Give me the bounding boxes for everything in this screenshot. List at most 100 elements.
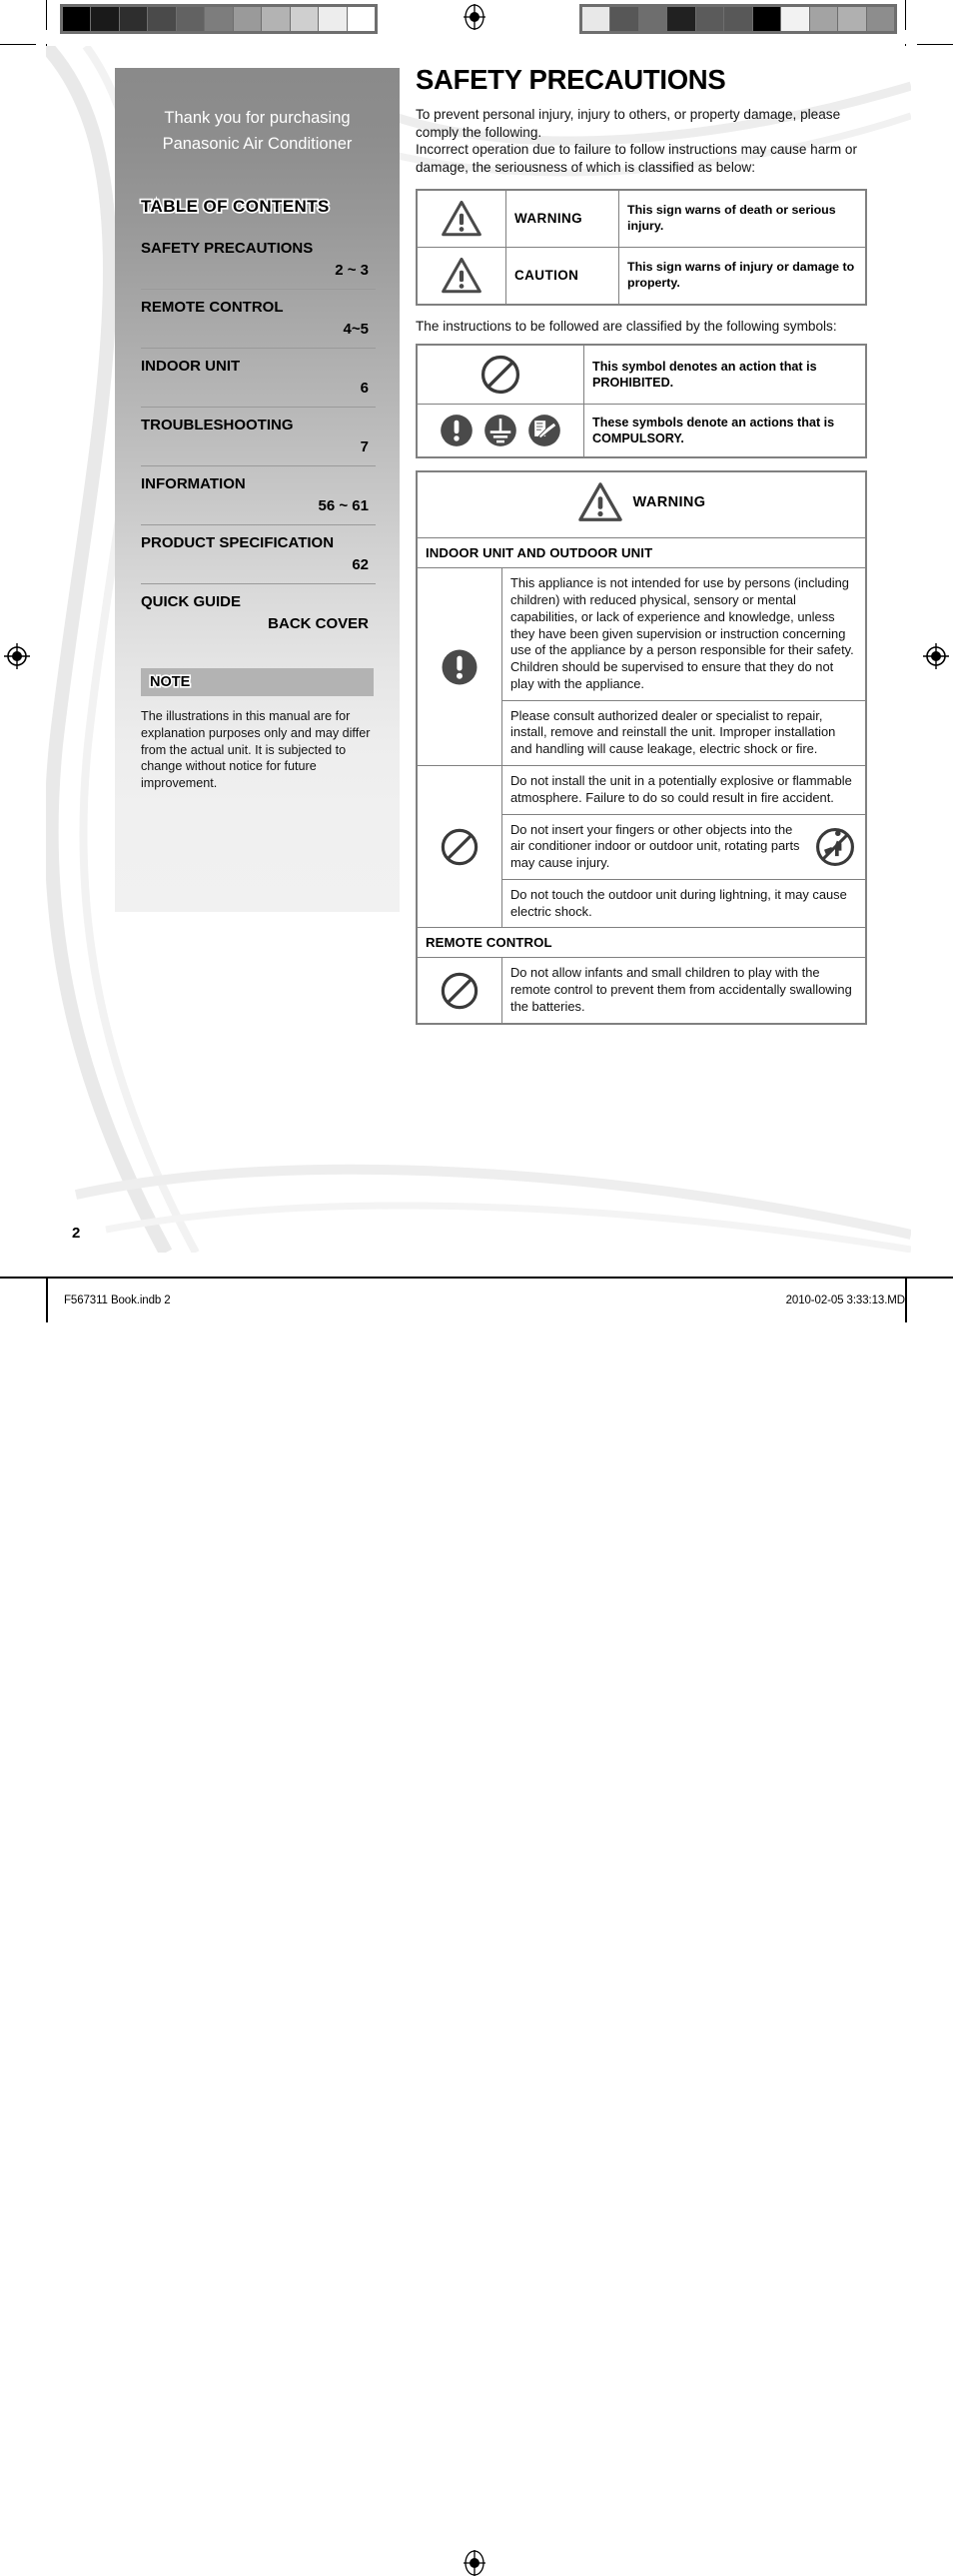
footer-crop-tick-left (46, 1277, 48, 1322)
thank-you-line-1: Thank you for purchasing (164, 109, 351, 127)
footer-divider (0, 1277, 953, 1279)
toc-item-page: 2 ~ 3 (335, 262, 369, 280)
prohibition-circle-icon (441, 972, 478, 1009)
warning-section-heading: INDOOR UNIT AND OUTDOOR UNIT (416, 537, 867, 569)
gray-left-swatch-10 (347, 7, 375, 31)
warning-instruction-text: This appliance is not intended for use b… (501, 567, 867, 701)
toc-item-label: PRODUCT SPECIFICATION (141, 534, 335, 552)
warning-instruction-text: Do not touch the outdoor unit during lig… (501, 878, 867, 929)
crop-mark-right-h (917, 44, 953, 45)
warning-section-heading-row: REMOTE CONTROL (416, 927, 867, 959)
gray-left-swatch-6 (233, 7, 262, 31)
warning-instruction-text: Do not insert your fingers or other obje… (510, 821, 800, 871)
toc-item-page: 7 (360, 438, 369, 456)
prohibition-circle-icon (441, 828, 478, 865)
toc-item-label: SAFETY PRECAUTIONS (141, 240, 314, 258)
note-heading-bar: NOTE (141, 668, 374, 697)
table-of-contents-list: SAFETY PRECAUTIONS 2 ~ 3 REMOTE CONTROL 4~5… (141, 231, 376, 642)
gray-left-swatch-4 (176, 7, 205, 31)
sign-description: This sign warns of injury or damage to p… (618, 246, 867, 306)
sign-word: WARNING (505, 189, 619, 248)
prohibition-circle-icon (480, 356, 520, 395)
warning-section-heading-row: INDOOR UNIT AND OUTDOOR UNIT (416, 537, 867, 569)
sign-icon-cell (416, 189, 506, 248)
gray-left-swatch-8 (290, 7, 319, 31)
toc-item-label: TROUBLESHOOTING (141, 417, 294, 434)
toc-item[interactable]: SAFETY PRECAUTIONS 2 ~ 3 (141, 231, 376, 289)
symbol-definition-row: This symbol denotes an action that is PR… (416, 344, 867, 406)
note-body-text: The illustrations in this manual are for… (141, 709, 371, 791)
gray-right-swatch-8 (809, 7, 838, 31)
toc-item[interactable]: QUICK GUIDE BACK COVER (141, 583, 376, 642)
toc-item-label: INFORMATION (141, 475, 246, 493)
warning-instruction-inline-wrap: Do not insert your fingers or other obje… (510, 822, 857, 872)
gray-right-swatch-3 (667, 7, 695, 31)
toc-item[interactable]: INDOOR UNIT 6 (141, 348, 376, 407)
gray-right-swatch-5 (724, 7, 752, 31)
note-heading-label: NOTE (148, 673, 192, 692)
toc-item[interactable]: TROUBLESHOOTING 7 (141, 407, 376, 465)
footer-crop-tick-right (905, 1277, 907, 1322)
page-title: SAFETY PRECAUTIONS (416, 64, 726, 95)
warning-triangle-icon (442, 200, 481, 236)
manual-page: Thank you for purchasing Panasonic Air C… (46, 46, 911, 1253)
sign-definition-row: CAUTION This sign warns of injury or dama… (416, 246, 867, 306)
toc-item-page: 6 (360, 380, 369, 398)
gray-right-swatch-4 (695, 7, 724, 31)
registration-mark-bottom-icon (464, 2550, 485, 2576)
footer-source-file: F567311 Book.indb 2 (64, 1294, 171, 1306)
grayscale-calibration-strip-left (60, 4, 378, 34)
gray-right-swatch-10 (866, 7, 894, 31)
gray-left-swatch-9 (319, 7, 347, 31)
warning-instruction-text-cell: Do not insert your fingers or other obje… (501, 813, 867, 880)
toc-item-page: BACK COVER (268, 615, 369, 633)
warning-group-icon-cell (416, 957, 502, 1025)
warning-instruction-text: Please consult authorized dealer or spec… (501, 699, 867, 767)
crop-mark-top-left-v (46, 0, 47, 30)
thank-you-line-2: Panasonic Air Conditioner (162, 134, 353, 153)
warning-instruction-text: Do not install the unit in a potentially… (501, 765, 867, 815)
crop-mark-left-h (0, 44, 36, 45)
print-footer: F567311 Book.indb 2 2010-02-05 3:33:13.M… (0, 1269, 953, 2576)
warning-inline-icon-wrap (813, 825, 857, 869)
intro-paragraph-2: Incorrect operation due to failure to fo… (416, 142, 858, 176)
warning-group-icon-cell (416, 765, 502, 929)
gray-right-swatch-7 (781, 7, 809, 31)
intro-paragraph-1: To prevent personal injury, injury to ot… (416, 107, 841, 140)
intro-paragraphs: To prevent personal injury, injury to ot… (416, 106, 867, 177)
warning-instruction-row: This appliance is not intended for use b… (416, 567, 867, 767)
toc-item-label: QUICK GUIDE (141, 593, 242, 611)
warning-instruction-text: Do not allow infants and small children … (501, 957, 867, 1025)
thank-you-block: Thank you for purchasing Panasonic Air C… (115, 68, 400, 157)
toc-item[interactable]: REMOTE CONTROL 4~5 (141, 289, 376, 348)
toc-item[interactable]: INFORMATION 56 ~ 61 (141, 465, 376, 524)
gray-left-swatch-5 (205, 7, 233, 31)
symbol-icon-cell (416, 344, 584, 406)
warning-group-icon-cell (416, 567, 502, 767)
warning-instruction-row: Do not allow infants and small children … (416, 957, 867, 1025)
warning-banner-cell: WARNING (416, 470, 867, 539)
symbol-definition-table: This symbol denotes an action that is PR… (416, 344, 867, 459)
earth-ground-icon (484, 415, 516, 447)
warning-instruction-row: Do not install the unit in a potentially… (416, 765, 867, 929)
sign-description: This sign warns of death or serious inju… (618, 189, 867, 248)
toc-item-page: 4~5 (343, 321, 369, 339)
warning-banner-label: WARNING (632, 494, 706, 511)
warning-section-heading: REMOTE CONTROL (416, 927, 867, 959)
page-number: 2 (72, 1225, 81, 1242)
grayscale-calibration-strip-right (579, 4, 897, 34)
gray-left-swatch-7 (262, 7, 290, 31)
no-hand-in-fan-icon (816, 827, 854, 866)
sign-definition-row: WARNING This sign warns of death or serio… (416, 189, 867, 248)
warning-triangle-icon (442, 257, 481, 293)
toc-item[interactable]: PRODUCT SPECIFICATION 62 (141, 524, 376, 583)
symbol-icon-group (426, 412, 575, 449)
symbol-description: This symbol denotes an action that is PR… (583, 344, 867, 406)
gray-right-swatch-9 (838, 7, 866, 31)
gray-left-swatch-3 (148, 7, 176, 31)
warning-banner-row: WARNING (416, 470, 867, 539)
main-content: SAFETY PRECAUTIONS To prevent personal i… (416, 64, 867, 1037)
symbols-intro-text: The instructions to be followed are clas… (416, 318, 837, 334)
registration-mark-top-icon (464, 4, 485, 30)
gray-right-swatch-1 (610, 7, 638, 31)
